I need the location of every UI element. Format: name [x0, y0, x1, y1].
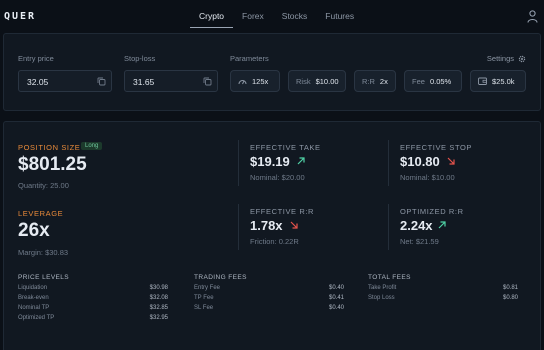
- table-row: TP Fee $0.41: [194, 295, 344, 304]
- row-key: Optimized TP: [18, 315, 55, 321]
- fee-chip-value: 0.05%: [429, 76, 452, 86]
- row-key: Entry Fee: [194, 285, 221, 291]
- table-row: Entry Fee $0.40: [194, 285, 344, 294]
- row-key: SL Fee: [194, 305, 214, 311]
- table-row: Nominal TP $32.85: [18, 305, 168, 314]
- friction-text: Friction: 0.22R: [250, 237, 299, 246]
- app-logo[interactable]: QUER: [4, 11, 36, 22]
- divider: [388, 204, 389, 250]
- top-bar: QUER Crypto Forex Stocks Futures: [0, 0, 544, 34]
- rr-chip-key: R:R: [362, 76, 375, 86]
- settings-label: Settings: [486, 54, 514, 63]
- effective-stop-nominal: Nominal: $10.00: [400, 173, 455, 182]
- settings-button[interactable]: Settings: [487, 54, 526, 63]
- entry-price-field[interactable]: 32.05: [18, 70, 112, 92]
- stop-loss-value: 31.65: [133, 77, 155, 87]
- row-value: $0.40: [328, 305, 344, 311]
- row-value: $32.08: [149, 295, 168, 301]
- parameters-label: Parameters: [230, 54, 269, 63]
- stop-loss-field[interactable]: 31.65: [124, 70, 218, 92]
- tab-futures[interactable]: Futures: [316, 11, 363, 28]
- row-key: Stop Loss: [368, 295, 395, 301]
- effective-rr-value: 1.78x: [250, 218, 283, 233]
- entry-price-label: Entry price: [18, 54, 54, 63]
- risk-chip[interactable]: Risk $10.00: [288, 70, 346, 92]
- row-value: $0.81: [502, 285, 518, 291]
- effective-stop-label: EFFECTIVE STOP: [400, 143, 473, 152]
- position-size-value: $801.25: [18, 154, 87, 175]
- table-row: SL Fee $0.40: [194, 305, 344, 314]
- tab-forex[interactable]: Forex: [233, 11, 273, 28]
- trend-down-icon: [447, 157, 455, 165]
- divider: [388, 140, 389, 186]
- entry-price-value: 32.05: [27, 77, 49, 87]
- row-key: Nominal TP: [18, 305, 50, 311]
- trend-down-icon: [290, 221, 298, 229]
- row-value: $30.98: [149, 285, 168, 291]
- tab-stocks[interactable]: Stocks: [273, 11, 317, 28]
- row-value: $0.40: [328, 285, 344, 291]
- fee-chip-key: Fee: [412, 76, 425, 86]
- market-tabs: Crypto Forex Stocks Futures: [190, 11, 363, 28]
- row-value: $32.85: [149, 305, 168, 311]
- leverage-value: 26x: [18, 220, 50, 241]
- balance-chip-value: $25.0k: [492, 76, 515, 86]
- row-value: $0.80: [502, 295, 518, 301]
- leverage-chip-value: 125x: [252, 76, 269, 86]
- trend-up-icon: [297, 157, 305, 165]
- table-row: Optimized TP $32.95: [18, 315, 168, 324]
- optimized-rr-value: 2.24x: [400, 218, 433, 233]
- effective-rr-label: EFFECTIVE R:R: [250, 207, 315, 216]
- divider: [238, 140, 239, 186]
- results-panel: POSITION SIZE Long $801.25 Quantity: 25.…: [3, 121, 541, 350]
- effective-stop-value: $10.80: [400, 154, 440, 169]
- gauge-icon: [238, 80, 247, 85]
- rr-chip[interactable]: R:R 2x: [354, 70, 396, 92]
- position-size-label: POSITION SIZE: [18, 143, 81, 152]
- leverage-label: LEVERAGE: [18, 209, 64, 218]
- row-value: $32.95: [149, 315, 168, 321]
- table-row: Liquidation $30.98: [18, 285, 168, 294]
- risk-chip-value: $10.00: [315, 76, 339, 86]
- optimized-rr-label: OPTIMIZED R:R: [400, 207, 464, 216]
- inputs-panel: Entry price 32.05 Stop-loss 31.65 Parame…: [3, 33, 541, 111]
- row-key: TP Fee: [194, 295, 214, 301]
- copy-icon[interactable]: [97, 77, 106, 86]
- quantity-text: Quantity: 25.00: [18, 181, 69, 190]
- effective-take-nominal: Nominal: $20.00: [250, 173, 305, 182]
- effective-take-value: $19.19: [250, 154, 290, 169]
- fee-chip[interactable]: Fee 0.05%: [404, 70, 462, 92]
- price-levels-title: PRICE LEVELS: [18, 274, 70, 281]
- net-text: Net: $21.59: [400, 237, 439, 246]
- row-key: Break-even: [18, 295, 49, 301]
- gear-icon: [518, 55, 526, 62]
- balance-chip[interactable]: $25.0k: [470, 70, 526, 92]
- risk-chip-key: Risk: [296, 76, 311, 86]
- row-key: Liquidation: [18, 285, 48, 291]
- row-value: $0.41: [328, 295, 344, 301]
- stop-loss-label: Stop-loss: [124, 54, 156, 63]
- copy-icon[interactable]: [203, 77, 212, 86]
- table-row: Stop Loss $0.80: [368, 295, 518, 304]
- divider: [238, 204, 239, 250]
- table-row: Take Profit $0.81: [368, 285, 518, 294]
- rr-chip-value: 2x: [379, 76, 388, 86]
- tab-crypto[interactable]: Crypto: [190, 11, 234, 28]
- margin-text: Margin: $30.83: [18, 248, 69, 257]
- direction-badge: Long: [81, 142, 103, 150]
- trading-fees-title: TRADING FEES: [194, 274, 247, 281]
- wallet-icon: [478, 77, 487, 85]
- trend-up-icon: [438, 221, 446, 229]
- effective-take-label: EFFECTIVE TAKE: [250, 143, 321, 152]
- leverage-chip[interactable]: 125x: [230, 70, 280, 92]
- user-icon[interactable]: [527, 10, 538, 23]
- total-fees-title: TOTAL FEES: [368, 274, 411, 281]
- row-key: Take Profit: [368, 285, 397, 291]
- table-row: Break-even $32.08: [18, 295, 168, 304]
